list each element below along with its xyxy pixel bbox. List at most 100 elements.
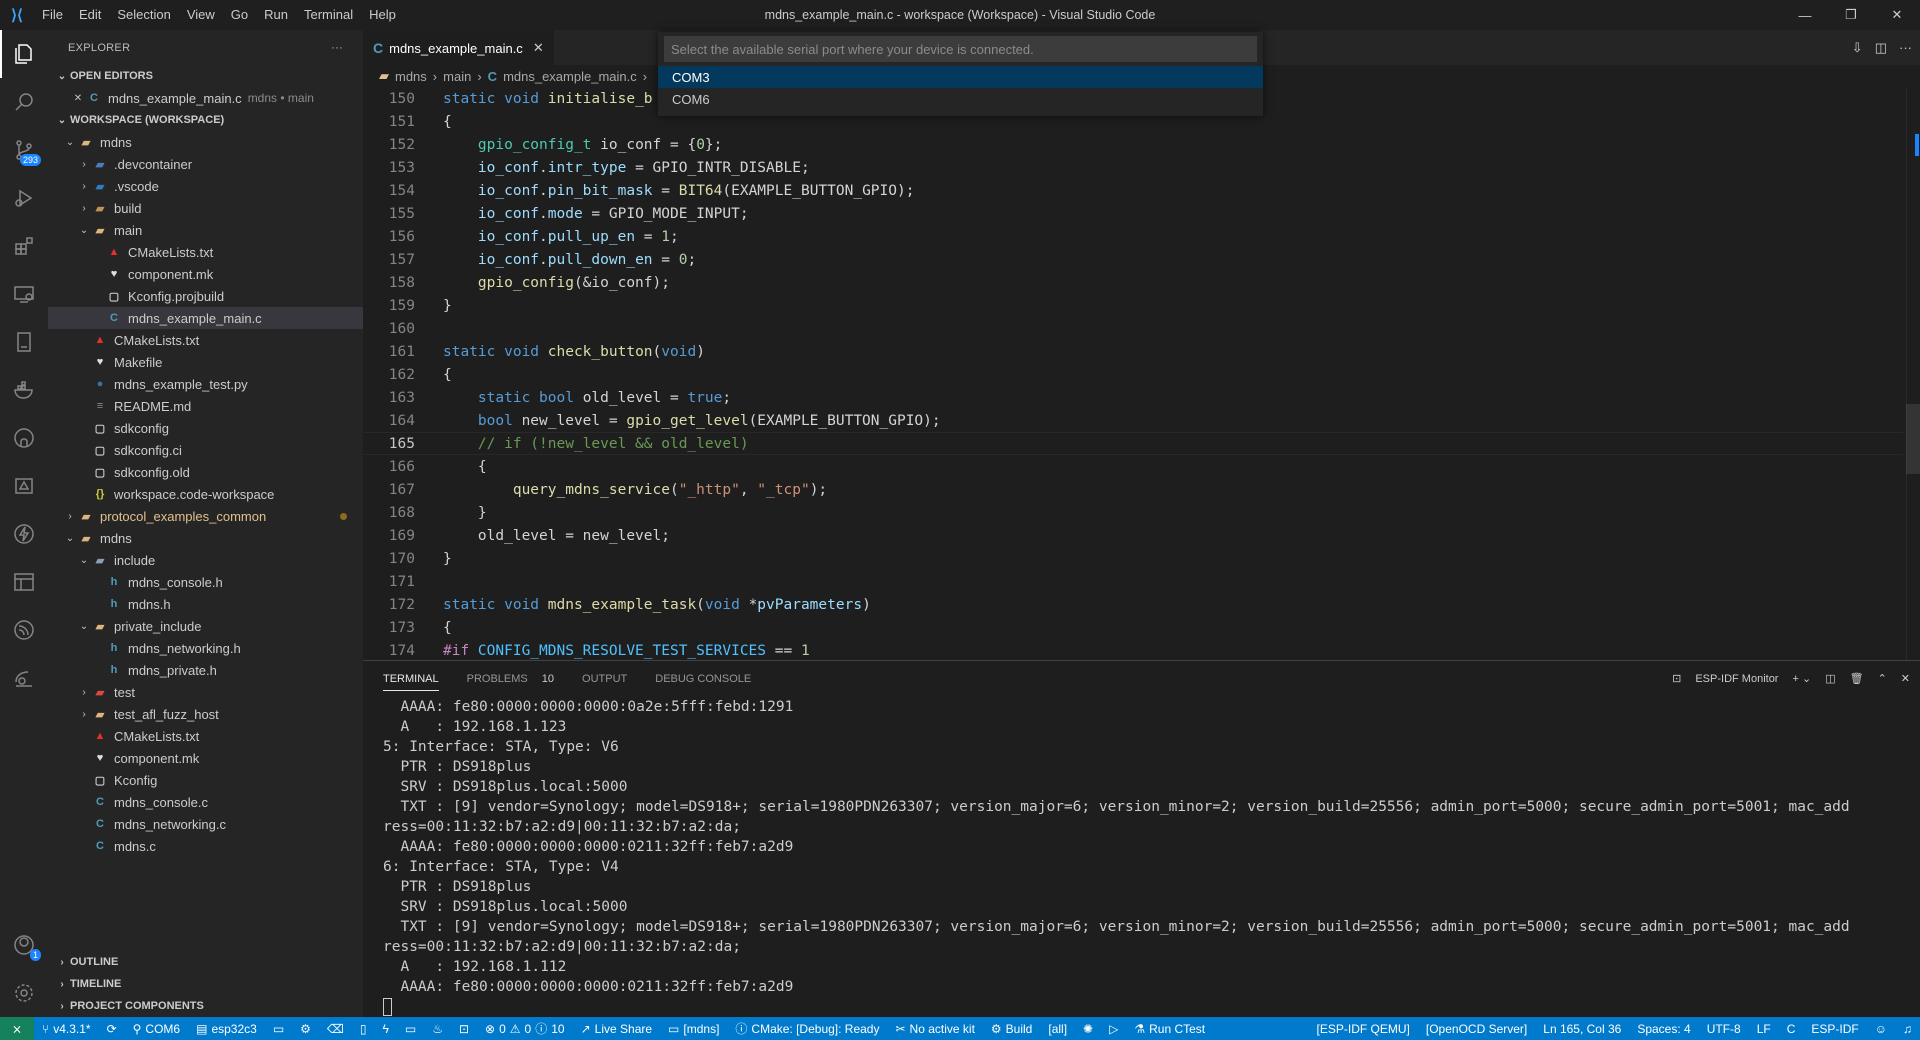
remote-icon[interactable] <box>0 654 48 702</box>
tab-problems[interactable]: PROBLEMS 10 <box>467 673 554 685</box>
tree-item[interactable]: ♥ Makefile <box>48 351 363 373</box>
tree-item[interactable]: › ▰ test_afl_fuzz_host <box>48 703 363 725</box>
port-item[interactable]: ⚲ COM6 <box>125 1022 188 1036</box>
new-terminal-icon[interactable]: + ⌄ <box>1792 672 1811 685</box>
tree-item[interactable]: › ▰ build <box>48 197 363 219</box>
tree-item[interactable]: ▲ CMakeLists.txt <box>48 241 363 263</box>
tree-item[interactable]: h mdns_private.h <box>48 659 363 681</box>
tree-item[interactable]: Cmdns_console.c <box>48 791 363 813</box>
project-item[interactable]: ▭ [mdns] <box>660 1022 727 1036</box>
port-option-com6[interactable]: COM6 <box>658 88 1263 110</box>
compare-icon[interactable]: ⇩ <box>1852 40 1863 56</box>
tree-item[interactable]: Cmdns_example_main.c <box>48 307 363 329</box>
tree-item[interactable]: ● mdns_example_test.py <box>48 373 363 395</box>
tab-debug-console[interactable]: DEBUG CONSOLE <box>655 673 751 685</box>
tree-item[interactable]: › ▰ test <box>48 681 363 703</box>
extensions-icon[interactable] <box>0 222 48 270</box>
end-of-line[interactable]: LF <box>1749 1022 1779 1036</box>
sync-icon[interactable]: ⟳ <box>99 1022 125 1036</box>
tree-item[interactable]: h mdns_networking.h <box>48 637 363 659</box>
more-icon[interactable]: ··· <box>1899 40 1912 55</box>
tab-output[interactable]: OUTPUT <box>582 673 627 685</box>
tree-item[interactable]: ▢ sdkconfig.ci <box>48 439 363 461</box>
lightning-icon[interactable] <box>0 510 48 558</box>
terminal-output[interactable]: AAAA: fe80:0000:0000:0000:0a2e:5fff:febd… <box>383 697 1906 1017</box>
menu-help[interactable]: Help <box>361 0 404 30</box>
tab-terminal[interactable]: TERMINAL <box>383 667 439 691</box>
cmake-status-item[interactable]: ⓘ CMake: [Debug]: Ready <box>727 1020 887 1037</box>
kit-item[interactable]: ✂ No active kit <box>887 1022 982 1036</box>
source-control-icon[interactable]: 293 <box>0 126 48 174</box>
live-share-item[interactable]: ↗ Live Share <box>573 1022 660 1036</box>
workspace-section[interactable]: ⌄ WORKSPACE (WORKSPACE) <box>48 109 363 131</box>
indentation[interactable]: Spaces: 4 <box>1629 1022 1698 1036</box>
tree-item[interactable]: {} workspace.code-workspace <box>48 483 363 505</box>
run-icon[interactable]: ▷ <box>1101 1022 1126 1036</box>
branch-item[interactable]: ⑂ v4.3.1* <box>34 1022 99 1036</box>
minimize-button[interactable]: — <box>1782 0 1828 30</box>
editor-scrollbar[interactable] <box>1906 87 1920 660</box>
code-view[interactable]: 150 static void initialise_b 151{152 gpio_… <box>363 87 1903 660</box>
trash-icon[interactable]: ⌫ <box>319 1022 352 1036</box>
menu-run[interactable]: Run <box>256 0 296 30</box>
problems-item[interactable]: ⊗ 0 ⚠ 0 ⓘ 10 <box>477 1020 573 1037</box>
azure-icon[interactable] <box>0 462 48 510</box>
encoding[interactable]: UTF-8 <box>1699 1022 1749 1036</box>
timeline-section[interactable]: › TIMELINE <box>48 973 363 995</box>
tree-item[interactable]: ⌄ ▰ private_include <box>48 615 363 637</box>
language-mode[interactable]: C <box>1779 1022 1804 1036</box>
breadcrumb-item[interactable]: mdns_example_main.c <box>503 69 637 84</box>
notifications-bell-icon[interactable]: ♫ <box>1895 1022 1920 1036</box>
debug-bug-icon[interactable]: ✺ <box>1075 1022 1101 1036</box>
github-icon[interactable] <box>0 414 48 462</box>
tree-item[interactable]: ▢ sdkconfig.old <box>48 461 363 483</box>
breadcrumb-item[interactable]: mdns <box>395 69 427 84</box>
panel-layout-icon[interactable] <box>0 558 48 606</box>
menu-terminal[interactable]: Terminal <box>296 0 361 30</box>
split-editor-icon[interactable]: ◫ <box>1875 40 1887 56</box>
feedback-icon[interactable]: ☺ <box>1867 1022 1895 1036</box>
port-option-com3[interactable]: COM3 <box>658 66 1263 88</box>
close-window-button[interactable]: ✕ <box>1874 0 1920 30</box>
flash-icon[interactable]: ϟ <box>375 1022 397 1036</box>
build-item[interactable]: ⚙ Build <box>983 1022 1040 1036</box>
maximize-panel-icon[interactable]: ⌃ <box>1878 672 1887 685</box>
docker-icon[interactable] <box>0 366 48 414</box>
menu-file[interactable]: File <box>34 0 71 30</box>
tree-item[interactable]: ♥ component.mk <box>48 263 363 285</box>
run-debug-icon[interactable] <box>0 174 48 222</box>
search-icon[interactable] <box>0 78 48 126</box>
build-icon[interactable]: ▯ <box>352 1022 375 1036</box>
more-actions-icon[interactable]: ··· <box>331 42 343 54</box>
remote-explorer-icon[interactable] <box>0 270 48 318</box>
menu-go[interactable]: Go <box>223 0 256 30</box>
tree-item[interactable]: › ▰ .devcontainer <box>48 153 363 175</box>
tree-item[interactable]: ▲ CMakeLists.txt <box>48 329 363 351</box>
monitor-icon[interactable]: ▭ <box>397 1022 424 1036</box>
tree-item[interactable]: › ▰ .vscode <box>48 175 363 197</box>
tree-item[interactable]: ⌄ ▰ mdns <box>48 527 363 549</box>
gear-icon[interactable]: ⚙ <box>292 1022 319 1036</box>
breadcrumb-item[interactable]: main <box>443 69 471 84</box>
qemu-item[interactable]: [ESP-IDF QEMU] <box>1309 1022 1418 1036</box>
menu-edit[interactable]: Edit <box>71 0 109 30</box>
remote-indicator-icon[interactable]: ⨯ <box>0 1017 34 1040</box>
tree-item[interactable]: Cmdns.c <box>48 835 363 857</box>
tree-item[interactable]: ⌄ ▰ include <box>48 549 363 571</box>
close-panel-icon[interactable]: ✕ <box>1901 672 1910 685</box>
quick-pick-input[interactable]: Select the available serial port where y… <box>664 36 1257 62</box>
tree-item[interactable]: ▢ Kconfig.projbuild <box>48 285 363 307</box>
project-components-section[interactable]: › PROJECT COMPONENTS <box>48 995 363 1017</box>
tree-item[interactable]: h mdns.h <box>48 593 363 615</box>
split-terminal-icon[interactable]: ◫ <box>1825 672 1835 685</box>
tree-item[interactable]: Cmdns_networking.c <box>48 813 363 835</box>
cursor-position[interactable]: Ln 165, Col 36 <box>1535 1022 1629 1036</box>
explorer-icon[interactable] <box>0 30 48 78</box>
menu-selection[interactable]: Selection <box>109 0 178 30</box>
tree-item[interactable]: ♥ component.mk <box>48 747 363 769</box>
open-editor-item[interactable]: ✕ C mdns_example_main.c mdns • main <box>48 87 363 109</box>
trash-icon[interactable]: 🗑 <box>1850 672 1864 685</box>
account-icon[interactable]: 1 <box>0 921 48 969</box>
close-tab-icon[interactable]: ✕ <box>533 40 544 56</box>
tree-item[interactable]: ≡ README.md <box>48 395 363 417</box>
